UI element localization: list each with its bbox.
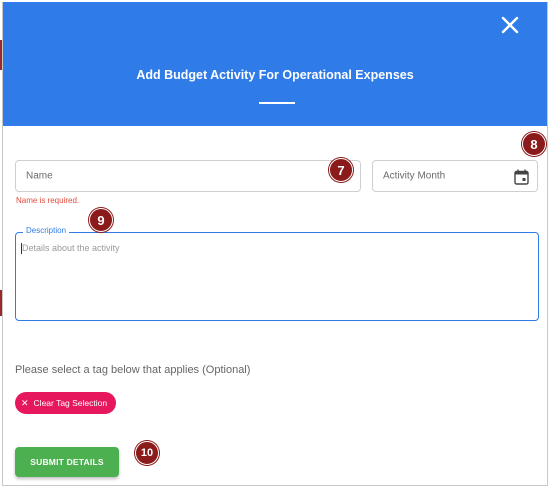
clear-chip-x-icon: ✕ bbox=[21, 397, 29, 408]
dialog-header: Add Budget Activity For Operational Expe… bbox=[3, 2, 547, 126]
clear-tag-selection-chip[interactable]: ✕ Clear Tag Selection bbox=[15, 392, 117, 414]
dialog-title: Add Budget Activity For Operational Expe… bbox=[136, 68, 414, 82]
name-input[interactable]: Name bbox=[15, 160, 361, 192]
description-label: Description bbox=[23, 226, 70, 235]
name-placeholder: Name bbox=[26, 170, 53, 182]
clear-tag-selection-label: Clear Tag Selection bbox=[33, 398, 108, 408]
title-underline bbox=[259, 102, 295, 104]
annotation-badge-8: 8 bbox=[522, 132, 546, 156]
name-error-message: Name is required. bbox=[16, 196, 80, 205]
description-textarea[interactable]: Description Details about the activity bbox=[15, 226, 539, 321]
close-icon bbox=[501, 16, 519, 34]
tag-prompt: Please select a tag below that applies (… bbox=[15, 364, 251, 376]
activity-month-placeholder: Activity Month bbox=[383, 170, 446, 182]
description-placeholder: Details about the activity bbox=[22, 243, 120, 253]
calendar-icon[interactable] bbox=[514, 169, 529, 185]
submit-details-button[interactable]: SUBMIT DETAILS bbox=[15, 447, 119, 477]
activity-month-input[interactable]: Activity Month bbox=[372, 160, 538, 192]
annotation-badge-10: 10 bbox=[135, 441, 159, 465]
annotation-badge-7: 7 bbox=[329, 158, 353, 182]
close-button[interactable] bbox=[499, 14, 521, 36]
annotation-badge-9: 9 bbox=[89, 208, 113, 232]
dialog: Add Budget Activity For Operational Expe… bbox=[2, 2, 548, 486]
